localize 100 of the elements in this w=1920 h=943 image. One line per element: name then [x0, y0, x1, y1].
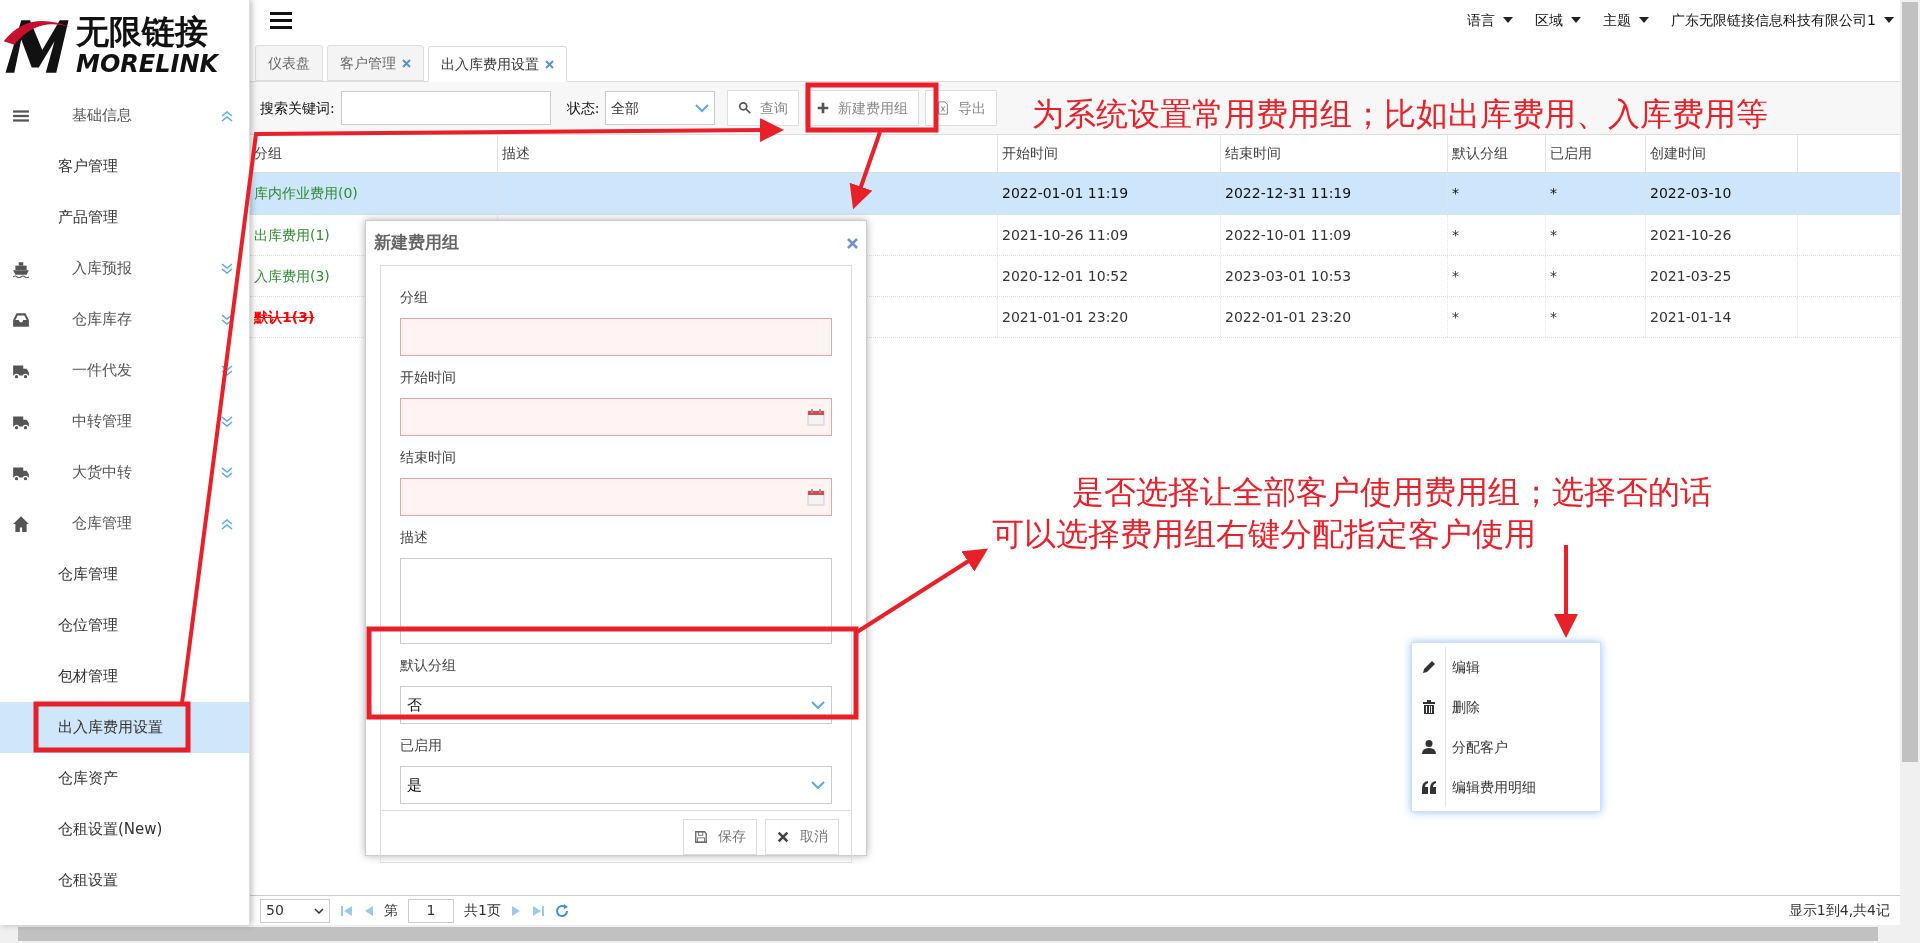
sidebar-group[interactable]: 一件代发 — [0, 345, 249, 396]
context-menu-item[interactable]: 分配客户 — [1412, 727, 1600, 767]
search-icon — [738, 101, 753, 115]
spreadsheet-icon — [936, 101, 951, 115]
top-menu[interactable]: 主题 — [1603, 9, 1650, 31]
column-header[interactable]: 创建时间 — [1646, 135, 1798, 172]
table-cell-text: 2021-03-25 — [1650, 266, 1732, 286]
logo-text: 无限链接 — [76, 14, 209, 48]
status-select[interactable]: 全部 — [605, 91, 716, 125]
previous-page-icon[interactable] — [364, 904, 374, 917]
toolbar-button[interactable]: 导出 — [925, 90, 998, 126]
page-field[interactable]: 1 — [408, 898, 454, 923]
expand-icon[interactable] — [219, 260, 235, 277]
column-header[interactable]: 默认分组 — [1448, 135, 1546, 172]
column-header[interactable]: 已启用 — [1546, 135, 1646, 172]
sidebar-item[interactable]: 仓租设置 — [0, 855, 249, 906]
search-field[interactable] — [340, 91, 551, 125]
sidebar-group[interactable]: 大货中转 — [0, 447, 249, 498]
field-label: 默认分组 — [400, 655, 457, 675]
dialog-button[interactable]: 取消 — [765, 818, 839, 855]
sidebar-group[interactable]: 仓库管理 — [0, 498, 249, 549]
sidebar-item[interactable]: 客户管理 — [0, 141, 249, 192]
expand-icon[interactable] — [219, 413, 235, 430]
tab[interactable]: 出入库费用设置 — [428, 46, 567, 82]
table-cell-text: 2021-10-26 11:09 — [1002, 225, 1129, 245]
status-label: 状态: — [566, 98, 600, 118]
page-label: 第 — [384, 901, 398, 920]
table-cell-text: * — [1550, 225, 1557, 245]
table-cell-text: 2022-03-10 — [1650, 184, 1732, 203]
expand-icon[interactable] — [219, 362, 235, 379]
field-label: 已启用 — [400, 735, 443, 755]
first-page-icon[interactable] — [340, 904, 354, 917]
field-label: 开始时间 — [400, 367, 457, 387]
quote-icon — [1420, 779, 1437, 795]
input-field[interactable] — [400, 318, 832, 356]
close-icon[interactable] — [402, 58, 411, 68]
top-menu[interactable]: 区域 — [1535, 9, 1582, 31]
user-icon — [1420, 739, 1437, 755]
toolbar-button[interactable]: 查询 — [727, 90, 800, 126]
table-cell-text: * — [1550, 266, 1557, 286]
input-field[interactable] — [400, 558, 832, 644]
column-header[interactable]: 结束时间 — [1221, 135, 1448, 172]
sidebar-group[interactable]: 仓库库存 — [0, 294, 249, 345]
floppy-icon — [694, 829, 708, 844]
logo-text: MORELINK — [76, 51, 219, 76]
toolbar-button[interactable]: 新建费用组 — [805, 90, 920, 126]
tab[interactable]: 客户管理 — [327, 45, 424, 81]
next-page-icon[interactable] — [510, 904, 521, 917]
search-label: 搜索关键词: — [260, 98, 335, 118]
sidebar-item[interactable]: 包材管理 — [0, 651, 249, 702]
calendar-icon — [807, 488, 825, 506]
chevron-down-icon — [811, 700, 825, 710]
page-size-select[interactable]: 50 — [260, 898, 330, 923]
trash-icon — [1420, 699, 1437, 715]
column-header[interactable]: 描述 — [498, 135, 998, 172]
date-field[interactable] — [400, 398, 832, 436]
refresh-icon[interactable] — [554, 903, 569, 918]
date-field[interactable] — [400, 478, 832, 516]
calendar-icon — [807, 408, 825, 426]
close-icon[interactable] — [847, 237, 858, 249]
sidebar-item[interactable]: 仓位管理 — [0, 600, 249, 651]
plus-icon — [816, 101, 831, 115]
expand-icon[interactable] — [219, 464, 235, 481]
table-row[interactable]: 库内作业费用(0) 2022-01-01 11:19 2022-12-31 11:19 * * 2022-03-10 — [250, 173, 1900, 215]
caret-icon — [1503, 17, 1514, 23]
table-cell-text: 2023-03-01 10:53 — [1225, 266, 1352, 286]
pencil-icon — [1420, 659, 1437, 675]
annotation-text: 可以选择费用组右键分配指定客户使用 — [992, 514, 1536, 555]
top-menu[interactable]: 语言 — [1467, 9, 1514, 31]
scrollbar-thumb[interactable] — [18, 927, 1878, 941]
context-menu-item[interactable]: 编辑 — [1412, 647, 1600, 687]
table-cell-text: 库内作业费用(0) — [254, 184, 358, 203]
column-header[interactable]: 分组 — [250, 135, 498, 172]
sidebar-item[interactable]: 仓库管理 — [0, 549, 249, 600]
sidebar-item[interactable]: 仓租设置(New) — [0, 804, 249, 855]
select-field[interactable]: 是 — [400, 766, 832, 804]
table-cell-text: * — [1452, 184, 1459, 203]
table-cell-text: * — [1452, 307, 1459, 327]
sidebar-group[interactable]: 基础信息 — [0, 90, 249, 141]
sidebar-group[interactable]: 入库预报 — [0, 243, 249, 294]
context-menu-item[interactable]: 编辑费用明细 — [1412, 767, 1600, 807]
menu-icon[interactable] — [270, 10, 292, 30]
table-cell-text: 2021-01-01 23:20 — [1002, 307, 1129, 327]
dialog-button[interactable]: 保存 — [683, 818, 757, 855]
table-cell-text: 2022-01-01 23:20 — [1225, 307, 1352, 327]
close-icon[interactable] — [545, 59, 554, 69]
table-cell-text: * — [1550, 184, 1557, 203]
context-menu-item[interactable]: 删除 — [1412, 687, 1600, 727]
sidebar-group[interactable]: 中转管理 — [0, 396, 249, 447]
sidebar-item[interactable]: 产品管理 — [0, 192, 249, 243]
column-header[interactable]: 开始时间 — [998, 135, 1221, 172]
top-menu[interactable]: 广东无限链接信息科技有限公司1 — [1671, 9, 1894, 31]
last-page-icon[interactable] — [530, 904, 545, 917]
page-summary: 显示1到4,共4记 — [1788, 901, 1890, 920]
tab[interactable]: 仪表盘 — [255, 45, 323, 81]
scrollbar-thumb[interactable] — [1902, 2, 1918, 762]
sidebar-item[interactable]: 仓库资产 — [0, 753, 249, 804]
table-cell-text: 2020-12-01 10:52 — [1002, 266, 1129, 286]
caret-icon — [1639, 17, 1650, 23]
home-icon — [12, 514, 30, 533]
